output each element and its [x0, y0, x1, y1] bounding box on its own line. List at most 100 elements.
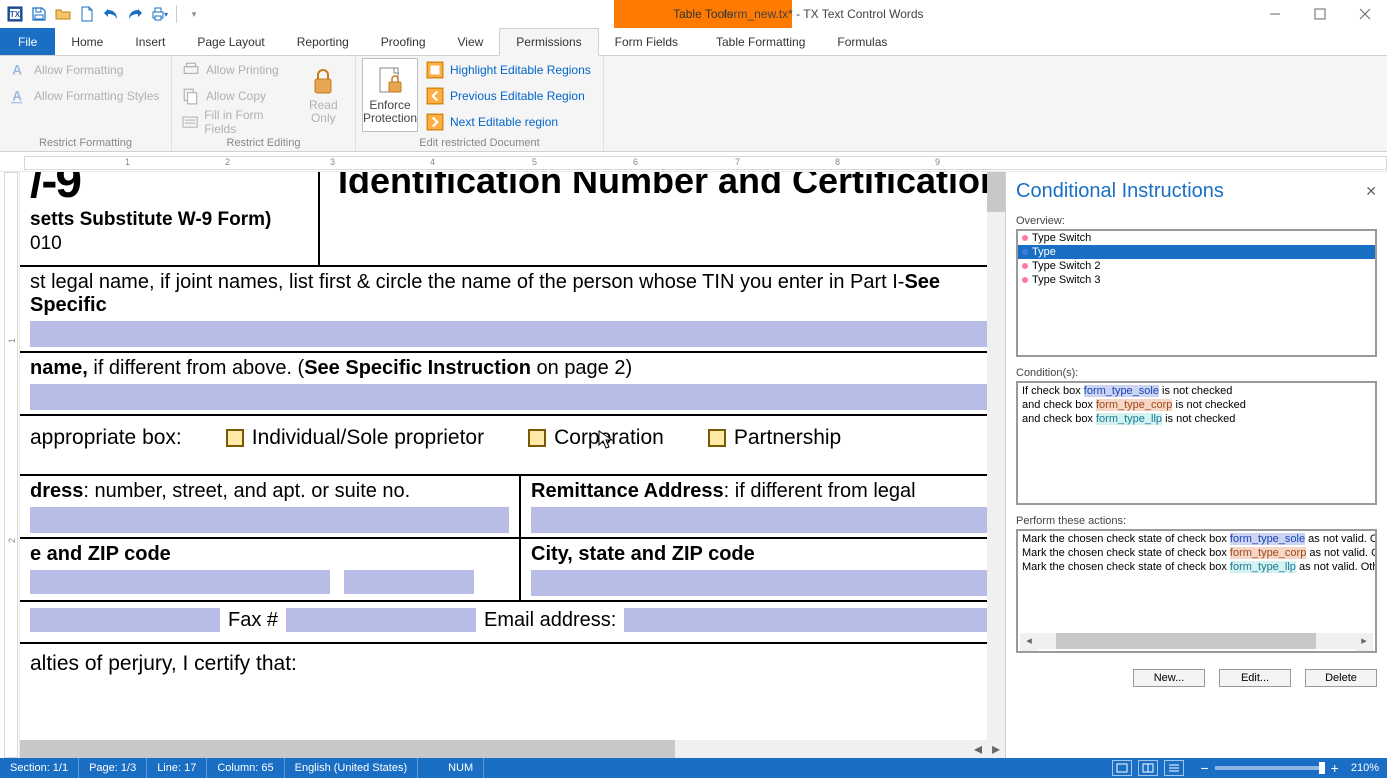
- horizontal-ruler[interactable]: 1 2 3 4 5 6 7 8 9: [0, 152, 1387, 172]
- save-icon[interactable]: [28, 3, 50, 25]
- read-only-button[interactable]: Read Only: [298, 58, 349, 132]
- tab-page-layout[interactable]: Page Layout: [181, 28, 280, 55]
- zoom-in-button[interactable]: +: [1331, 760, 1339, 776]
- document-viewport[interactable]: /-9 setts Substitute W-9 Form) 010 Ident…: [20, 172, 987, 740]
- allow-formatting-button[interactable]: A Allow Formatting: [6, 58, 163, 82]
- allow-formatting-styles-button[interactable]: A Allow Formatting Styles: [6, 84, 163, 108]
- document-lock-icon: [374, 65, 406, 97]
- fax-field[interactable]: [286, 608, 476, 632]
- ruler-mark: 5: [532, 157, 537, 167]
- redo-icon[interactable]: [124, 3, 146, 25]
- ruler-mark: 2: [225, 157, 230, 167]
- zip-field-left[interactable]: [344, 570, 474, 594]
- allow-printing-label: Allow Printing: [206, 63, 279, 77]
- email-field[interactable]: [624, 608, 987, 632]
- previous-editable-region-button[interactable]: Previous Editable Region: [422, 84, 595, 108]
- title-bar: TX ▾ ▾ Table Tools form_new.tx* - TX Tex…: [0, 0, 1387, 28]
- fax-label: Fax #: [228, 609, 278, 632]
- allow-copy-label: Allow Copy: [206, 89, 266, 103]
- check-appropriate-label: appropriate box:: [30, 426, 182, 450]
- zoom-out-button[interactable]: −: [1200, 760, 1208, 776]
- zoom-slider[interactable]: [1215, 766, 1325, 770]
- view-mode-1-icon[interactable]: [1112, 760, 1132, 776]
- overview-item-0[interactable]: Type Switch: [1018, 231, 1375, 245]
- qat-customize-icon[interactable]: ▾: [183, 3, 205, 25]
- overview-item-3[interactable]: Type Switch 3: [1018, 273, 1375, 287]
- tab-home[interactable]: Home: [55, 28, 119, 55]
- corporation-checkbox[interactable]: [528, 429, 546, 447]
- individual-checkbox[interactable]: [226, 429, 244, 447]
- status-language[interactable]: English (United States): [285, 758, 419, 778]
- city-field-left[interactable]: [30, 570, 330, 594]
- undo-icon[interactable]: [100, 3, 122, 25]
- overview-item-2[interactable]: Type Switch 2: [1018, 259, 1375, 273]
- tab-insert[interactable]: Insert: [119, 28, 181, 55]
- status-page[interactable]: Page: 1/3: [79, 758, 147, 778]
- overview-listbox[interactable]: Type Switch Type Type Switch 2 Type Swit…: [1016, 229, 1377, 357]
- status-column[interactable]: Column: 65: [207, 758, 284, 778]
- status-num[interactable]: NUM: [438, 758, 484, 778]
- edit-button[interactable]: Edit...: [1219, 669, 1291, 687]
- legal-name-field[interactable]: [30, 321, 987, 347]
- print-icon[interactable]: ▾: [148, 3, 170, 25]
- app-icon[interactable]: TX: [4, 3, 26, 25]
- form-title: Identification Number and Certification: [330, 172, 987, 201]
- allow-copy-button[interactable]: Allow Copy: [178, 84, 294, 108]
- fill-in-form-fields-button[interactable]: Fill in Form Fields: [178, 110, 294, 134]
- enforce-protection-label: Enforce Protection: [363, 99, 417, 125]
- tab-view[interactable]: View: [442, 28, 500, 55]
- view-mode-3-icon[interactable]: [1164, 760, 1184, 776]
- vertical-scrollbar[interactable]: [987, 172, 1005, 740]
- minimize-button[interactable]: [1252, 0, 1297, 28]
- new-button[interactable]: New...: [1133, 669, 1205, 687]
- open-icon[interactable]: [52, 3, 74, 25]
- vertical-scrollbar-thumb[interactable]: [987, 172, 1005, 212]
- allow-printing-button[interactable]: Allow Printing: [178, 58, 294, 82]
- remittance-address-field[interactable]: [531, 507, 987, 533]
- close-button[interactable]: [1342, 0, 1387, 28]
- vertical-ruler[interactable]: 1 2: [0, 172, 20, 758]
- ruler-mark: 7: [735, 157, 740, 167]
- previous-editable-label: Previous Editable Region: [450, 89, 585, 103]
- new-icon[interactable]: [76, 3, 98, 25]
- tab-proofing[interactable]: Proofing: [365, 28, 442, 55]
- tab-form-fields[interactable]: Form Fields: [599, 28, 694, 55]
- maximize-button[interactable]: [1297, 0, 1342, 28]
- horizontal-scrollbar-thumb[interactable]: [20, 740, 675, 758]
- status-line[interactable]: Line: 17: [147, 758, 207, 778]
- tab-reporting[interactable]: Reporting: [281, 28, 365, 55]
- zoom-value[interactable]: 210%: [1351, 762, 1379, 774]
- address-field[interactable]: [30, 507, 509, 533]
- actions-box[interactable]: Mark the chosen check state of check box…: [1016, 529, 1377, 653]
- window-controls: [1252, 0, 1387, 28]
- file-tab[interactable]: File: [0, 28, 55, 55]
- overview-item-1[interactable]: Type: [1018, 245, 1375, 259]
- group-label-edit-restricted: Edit restricted Document: [362, 135, 597, 151]
- scroll-right-icon[interactable]: ▸: [987, 740, 1005, 758]
- taskpane-close-button[interactable]: ✕: [1365, 183, 1377, 200]
- actions-horizontal-scrollbar[interactable]: ◂ ▸: [1020, 633, 1373, 649]
- tab-formulas[interactable]: Formulas: [821, 28, 903, 55]
- svg-text:TX: TX: [10, 10, 21, 19]
- horizontal-scrollbar[interactable]: ◂ ▸: [20, 740, 1005, 758]
- prev-region-icon: [426, 87, 444, 105]
- tab-table-formatting[interactable]: Table Formatting: [700, 28, 821, 55]
- scroll-left-icon[interactable]: ◂: [969, 740, 987, 758]
- view-mode-2-icon[interactable]: [1138, 760, 1158, 776]
- phone-field[interactable]: [30, 608, 220, 632]
- conditions-box[interactable]: If check box form_type_sole is not check…: [1016, 381, 1377, 505]
- next-editable-region-button[interactable]: Next Editable region: [422, 110, 595, 134]
- legal-name-label: st legal name, if joint names, list firs…: [30, 271, 940, 316]
- taskpane-title: Conditional Instructions: [1016, 180, 1224, 203]
- corporation-label: Corporation: [554, 426, 664, 450]
- business-name-field[interactable]: [30, 384, 987, 410]
- workspace: 1 2 /-9 setts Substitute W-9 Form) 010 I…: [0, 172, 1387, 758]
- tab-permissions[interactable]: Permissions: [499, 28, 598, 56]
- delete-button[interactable]: Delete: [1305, 669, 1377, 687]
- partnership-checkbox[interactable]: [708, 429, 726, 447]
- status-section[interactable]: Section: 1/1: [0, 758, 79, 778]
- highlight-editable-regions-button[interactable]: Highlight Editable Regions: [422, 58, 595, 82]
- city-state-zip-right-field[interactable]: [531, 570, 987, 596]
- lock-icon: [307, 65, 339, 97]
- enforce-protection-button[interactable]: Enforce Protection: [362, 58, 418, 132]
